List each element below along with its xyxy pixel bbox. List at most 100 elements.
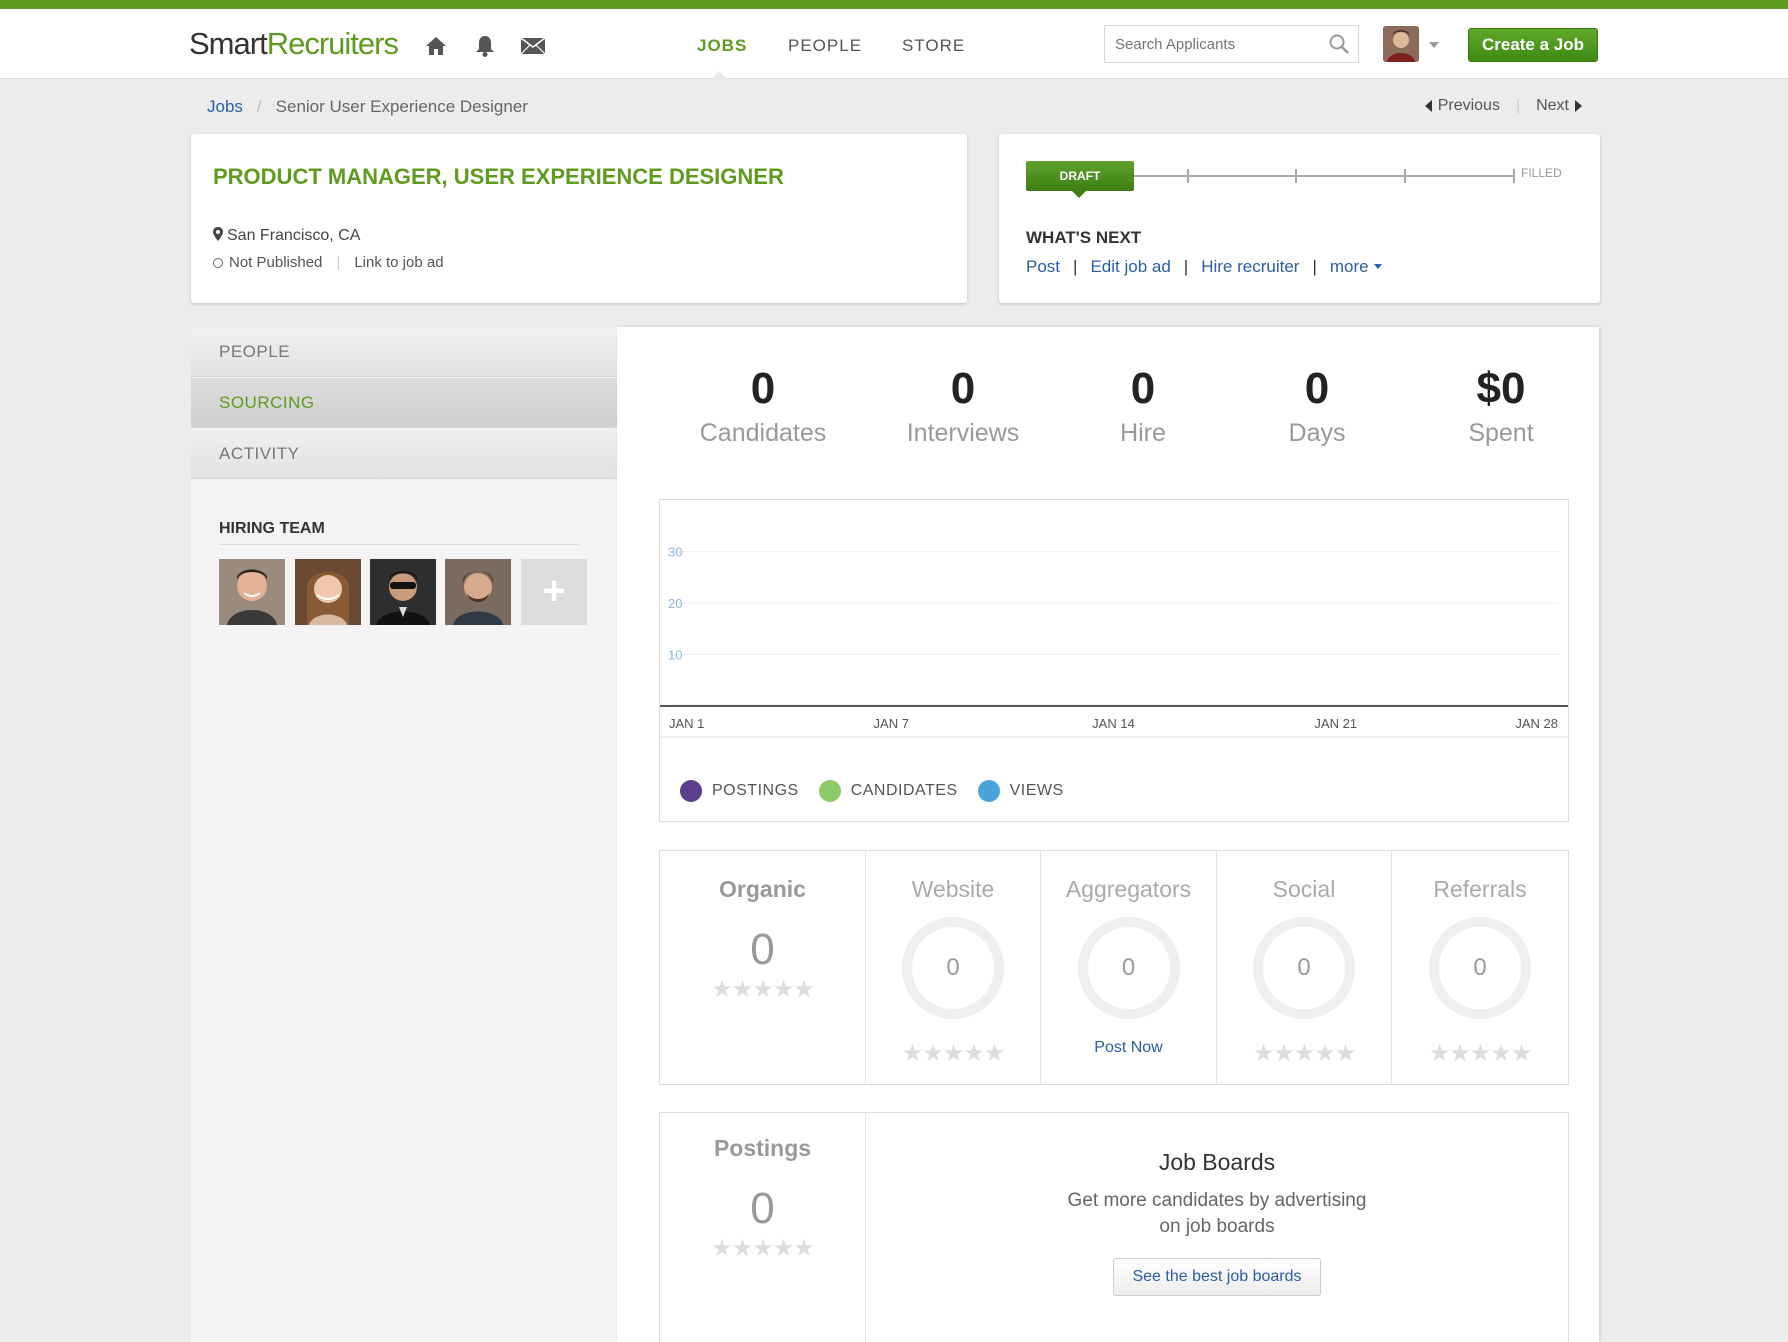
nav-store[interactable]: STORE <box>902 36 965 56</box>
team-member-avatar[interactable] <box>445 559 511 625</box>
source-referrals: Referrals 0 ★★★★★ <box>1392 851 1568 1084</box>
user-avatar[interactable] <box>1383 26 1419 62</box>
source-value: 0 <box>1473 954 1487 981</box>
workflow-tick <box>1295 169 1297 183</box>
legend-label: POSTINGS <box>712 782 799 799</box>
nav-active-caret <box>710 71 728 80</box>
breadcrumb-jobs-link[interactable]: Jobs <box>207 97 243 116</box>
next-label: Next <box>1536 97 1569 114</box>
breadcrumb-separator: / <box>256 97 262 116</box>
stat-interviews: 0 Interviews <box>883 367 1043 448</box>
source-title: Social <box>1272 876 1336 902</box>
job-publish-status: Not Published | Link to job ad <box>213 254 444 271</box>
create-job-button[interactable]: Create a Job <box>1468 28 1598 62</box>
hire-recruiter-link[interactable]: Hire recruiter <box>1201 257 1299 276</box>
legend-candidates[interactable]: CANDIDATES <box>818 780 958 802</box>
next-link[interactable]: Next <box>1536 97 1582 115</box>
source-website: Website 0 ★★★★★ <box>866 851 1041 1084</box>
job-boards-text: Get more candidates by advertising on jo… <box>866 1188 1568 1240</box>
activity-chart-svg: 10 20 30 JAN 1 JAN 7 JAN 14 JAN 21 JAN 28 <box>660 545 1568 738</box>
workflow-tick <box>1513 169 1515 183</box>
stat-label: Spent <box>1468 419 1534 447</box>
logo-text-smart: Smart <box>189 26 268 61</box>
search-icon[interactable] <box>1328 33 1350 60</box>
chevron-left-icon <box>1424 99 1432 112</box>
see-job-boards-button[interactable]: See the best job boards <box>1113 1258 1321 1296</box>
workflow-tick <box>1404 169 1406 183</box>
stat-label: Interviews <box>906 419 1020 447</box>
job-status-text: Not Published <box>229 254 323 271</box>
postings-section: Postings 0 ★★★★★ Job Boards Get more can… <box>659 1112 1569 1342</box>
stat-value: $0 <box>1476 364 1526 413</box>
rating-stars-icon: ★★★★★ <box>901 1040 1006 1067</box>
breadcrumb-current: Senior User Experience Designer <box>275 97 528 116</box>
source-value: 0 <box>750 925 775 974</box>
job-title: PRODUCT MANAGER, USER EXPERIENCE DESIGNE… <box>213 164 784 189</box>
pager: Previous | Next <box>1424 97 1582 115</box>
source-social: Social 0 ★★★★★ <box>1217 851 1392 1084</box>
link-separator: | <box>1183 257 1189 276</box>
nav-jobs[interactable]: JOBS <box>697 36 747 56</box>
source-value: 0 <box>1121 954 1136 981</box>
stat-value: 0 <box>750 364 776 413</box>
edit-job-ad-link[interactable]: Edit job ad <box>1090 257 1170 276</box>
post-link[interactable]: Post <box>1026 257 1060 276</box>
tab-sourcing[interactable]: SOURCING <box>191 378 629 428</box>
legend-dot <box>977 780 1000 802</box>
workflow-card: DRAFT FILLED WHAT'S NEXT Post | Edit job a… <box>999 134 1600 303</box>
x-tick-label: JAN 21 <box>1314 716 1357 731</box>
stat-candidates: 0 Candidates <box>687 367 839 448</box>
previous-link[interactable]: Previous <box>1424 97 1500 115</box>
link-separator: | <box>1312 257 1317 276</box>
team-member-avatar[interactable] <box>295 559 361 625</box>
home-icon[interactable] <box>423 33 449 59</box>
bell-icon[interactable] <box>472 33 498 59</box>
mail-icon[interactable] <box>520 33 546 59</box>
more-link[interactable]: more <box>1330 257 1382 276</box>
whats-next-title: WHAT'S NEXT <box>1026 228 1142 247</box>
y-tick-label: 30 <box>668 545 682 560</box>
logo[interactable]: SmartRecruiters <box>189 26 399 62</box>
nav-people[interactable]: PEOPLE <box>788 36 862 56</box>
job-boards-promo: Job Boards Get more candidates by advert… <box>866 1113 1568 1296</box>
status-separator: | <box>336 254 341 271</box>
source-ring: 0 <box>1429 917 1531 1019</box>
post-now-link[interactable]: Post Now <box>1041 1039 1216 1057</box>
stat-label: Hire <box>1120 419 1166 447</box>
add-team-member-button[interactable]: + <box>521 559 587 625</box>
search-box <box>1104 25 1359 63</box>
y-tick-label: 20 <box>668 596 682 611</box>
header: SmartRecruiters JOBS PEOPLE STORE Create… <box>0 9 1788 80</box>
draft-stage-badge: DRAFT <box>1026 161 1134 198</box>
pager-divider: | <box>1515 97 1521 114</box>
source-title: Referrals <box>1433 876 1527 902</box>
source-value: 0 <box>1297 954 1311 981</box>
team-member-avatar[interactable] <box>219 559 285 625</box>
source-ring: 0 <box>902 917 1004 1019</box>
team-member-avatar[interactable] <box>370 559 436 625</box>
stat-days: 0 Days <box>1247 367 1387 448</box>
status-circle-icon <box>213 258 223 268</box>
postings-count: Postings 0 ★★★★★ <box>660 1113 866 1342</box>
rating-stars-icon: ★★★★★ <box>1428 1040 1533 1067</box>
stat-value: 0 <box>1304 364 1330 413</box>
search-input[interactable] <box>1105 26 1320 62</box>
legend-postings[interactable]: POSTINGS <box>680 780 799 802</box>
tab-people[interactable]: PEOPLE <box>191 327 617 377</box>
top-accent-bar <box>0 0 1788 9</box>
legend-views[interactable]: VIEWS <box>977 780 1064 802</box>
tab-activity[interactable]: ACTIVITY <box>191 429 617 479</box>
location-pin-icon <box>213 227 227 244</box>
more-label: more <box>1329 257 1369 276</box>
stat-label: Candidates <box>699 419 827 447</box>
y-tick-label: 10 <box>668 648 682 663</box>
source-breakdown: Organic 0 ★★★★★ Website 0 ★★★★★ Aggregat… <box>659 850 1569 1085</box>
link-to-job-ad[interactable]: Link to job ad <box>354 254 443 271</box>
filled-stage-label: FILLED <box>1521 166 1562 180</box>
x-tick-label: JAN 28 <box>1515 716 1558 731</box>
source-ring: 0 <box>1253 917 1355 1019</box>
source-aggregators: Aggregators 0 Post Now <box>1041 851 1217 1084</box>
legend-dot <box>818 780 841 802</box>
whats-next-links: Post | Edit job ad | Hire recruiter | more <box>1026 257 1382 277</box>
user-menu-caret-icon[interactable] <box>1429 42 1439 48</box>
